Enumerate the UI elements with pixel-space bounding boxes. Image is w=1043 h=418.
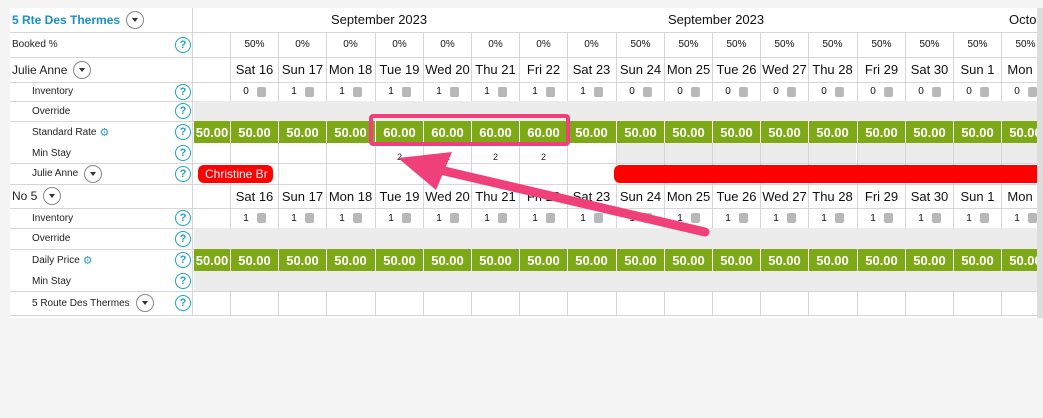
arrow-shaft <box>435 165 710 237</box>
annotation-arrow <box>398 152 710 237</box>
arrow-head <box>398 152 452 190</box>
